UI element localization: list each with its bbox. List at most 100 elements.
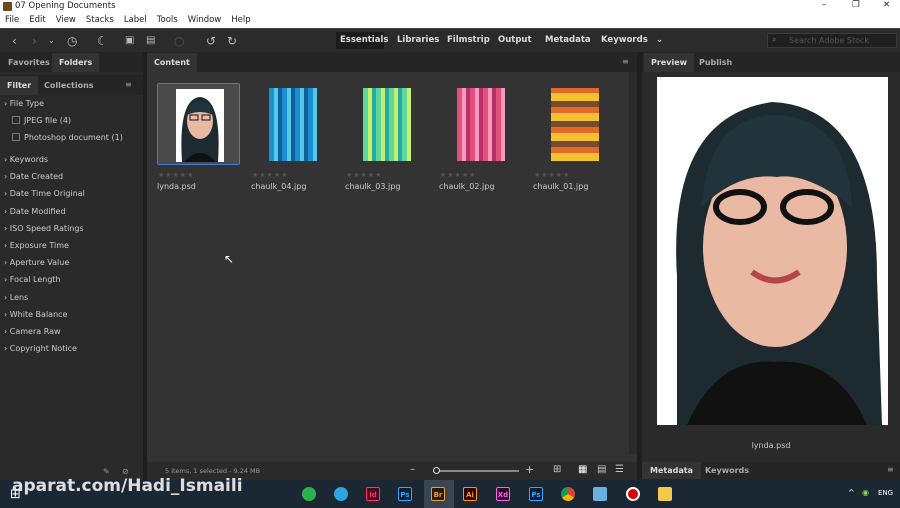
workspace-filmstrip[interactable]: Filmstrip	[447, 35, 490, 45]
tray-chevron-icon[interactable]: ^	[848, 488, 855, 497]
filter-category[interactable]: › Lens	[4, 293, 28, 302]
filter-category[interactable]: › Copyright Notice	[4, 344, 77, 353]
tab-collections[interactable]: Collections	[37, 76, 101, 95]
filter-category[interactable]: › Date Time Original	[4, 189, 85, 198]
photoshop-icon[interactable]: Ps	[398, 487, 412, 501]
search-input[interactable]: ⌕ Search Adobe Stock	[767, 33, 897, 48]
pin-icon[interactable]: ✎	[103, 467, 110, 476]
menu-help[interactable]: Help	[226, 14, 255, 28]
rating-stars[interactable]: ★★★★★	[158, 171, 194, 179]
tab-content[interactable]: Content	[147, 53, 197, 72]
forward-icon[interactable]: ›	[32, 34, 37, 48]
filter-category[interactable]: › Date Modified	[4, 207, 66, 216]
thumbnail-filename: chaulk_02.jpg	[439, 182, 495, 191]
whatsapp-icon[interactable]	[302, 487, 316, 501]
filter-psd[interactable]: Photoshop document (1)	[12, 133, 123, 142]
filter-jpeg[interactable]: JPEG file (4)	[12, 116, 71, 125]
chrome-icon[interactable]	[561, 487, 575, 501]
list-view-icon[interactable]: ☰	[615, 464, 624, 475]
chevron-down-icon[interactable]: ⌄	[48, 36, 55, 45]
tab-favorites[interactable]: Favorites	[1, 53, 57, 72]
menu-edit[interactable]: Edit	[24, 14, 50, 28]
status-text: 5 items, 1 selected - 9.24 MB	[165, 467, 261, 475]
filter-category[interactable]: › Aperture Value	[4, 258, 69, 267]
restore-button[interactable]: ❐	[852, 0, 860, 10]
checkbox[interactable]	[12, 133, 20, 141]
menu-view[interactable]: View	[51, 14, 81, 28]
back-icon[interactable]: ‹	[12, 34, 17, 48]
workspaces-chevron-icon[interactable]: ⌄	[656, 35, 663, 45]
minimize-button[interactable]: –	[822, 0, 826, 10]
telegram-icon[interactable]	[334, 487, 348, 501]
thumbnail-view-icon[interactable]: ▦	[578, 464, 587, 475]
bridge-icon[interactable]: Br	[431, 487, 445, 501]
filter-label: JPEG file (4)	[24, 116, 72, 125]
remote-desktop-icon[interactable]	[593, 487, 607, 501]
workspace-output[interactable]: Output	[498, 35, 532, 45]
menu-file[interactable]: File	[0, 14, 24, 28]
filter-category[interactable]: › White Balance	[4, 310, 67, 319]
checkbox[interactable]	[12, 116, 20, 124]
tab-folders[interactable]: Folders	[52, 53, 100, 72]
tab-preview[interactable]: Preview	[644, 53, 695, 72]
recorder-icon[interactable]	[626, 487, 640, 501]
xd-icon[interactable]: Xd	[496, 487, 510, 501]
workspace-essentials[interactable]: Essentials	[340, 35, 388, 45]
rating-stars[interactable]: ★★★★★	[252, 171, 288, 179]
panel-menu-icon[interactable]: ≡	[622, 57, 629, 66]
filter-category[interactable]: › Exposure Time	[4, 241, 69, 250]
rotate-left-icon[interactable]: ↺	[206, 34, 216, 48]
workspace-metadata[interactable]: Metadata	[545, 35, 591, 45]
sync-icon[interactable]: ○	[174, 34, 184, 48]
filter-category[interactable]: › Keywords	[4, 155, 48, 164]
thumbnail[interactable]	[533, 83, 616, 165]
tray-app-icon[interactable]: ◉	[862, 488, 869, 497]
filter-category[interactable]: › Focal Length	[4, 275, 61, 284]
clear-filter-icon[interactable]: ⊘	[122, 467, 129, 476]
tab-filter[interactable]: Filter	[0, 76, 39, 95]
thumbnail[interactable]	[345, 83, 428, 165]
thumbnail-filename: chaulk_04.jpg	[251, 182, 307, 191]
filter-category[interactable]: › Date Created	[4, 172, 63, 181]
panel-menu-icon[interactable]: ≡	[125, 80, 132, 89]
menu-stacks[interactable]: Stacks	[81, 14, 119, 28]
workspace-keywords[interactable]: Keywords	[601, 35, 648, 45]
menu-window[interactable]: Window	[183, 14, 227, 28]
scrollbar[interactable]	[629, 72, 637, 454]
thumbnail[interactable]	[439, 83, 522, 165]
slider-handle[interactable]	[433, 467, 440, 474]
details-view-icon[interactable]: ▤	[597, 464, 606, 475]
zoom-in-icon[interactable]: +	[525, 463, 534, 476]
illustrator-icon[interactable]: Ai	[463, 487, 477, 501]
rating-stars[interactable]: ★★★★★	[440, 171, 476, 179]
recent-icon[interactable]: ◷	[67, 34, 77, 48]
filter-category[interactable]: › ISO Speed Ratings	[4, 224, 84, 233]
rating-stars[interactable]: ★★★★★	[534, 171, 570, 179]
preview-image[interactable]	[657, 77, 888, 425]
workspace-libraries[interactable]: Libraries	[397, 35, 439, 45]
camera-icon[interactable]: ▣	[125, 35, 134, 46]
grid-lock-icon[interactable]: ⊞	[553, 464, 561, 475]
refine-icon[interactable]: ▤	[146, 35, 155, 46]
panel-menu-icon[interactable]: ≡	[887, 465, 894, 474]
filter-file-type[interactable]: › File Type	[4, 99, 44, 108]
tab-keywords[interactable]: Keywords	[698, 462, 756, 479]
app-icon	[3, 2, 12, 11]
photoshop-icon-2[interactable]: Ps	[529, 487, 543, 501]
language-indicator[interactable]: ENG	[878, 489, 893, 497]
menu-label[interactable]: Label	[119, 14, 152, 28]
tab-publish[interactable]: Publish	[692, 53, 739, 72]
menu-tools[interactable]: Tools	[152, 14, 183, 28]
close-button[interactable]: ✕	[883, 0, 890, 10]
thumbnail[interactable]	[251, 83, 334, 165]
rotate-right-icon[interactable]: ↻	[227, 34, 237, 48]
boomerang-icon[interactable]: ☾	[97, 34, 108, 48]
indesign-icon[interactable]: Id	[366, 487, 380, 501]
zoom-out-icon[interactable]: –	[410, 464, 415, 475]
file-explorer-icon[interactable]	[658, 487, 672, 501]
thumbnail-size-slider[interactable]	[433, 470, 519, 472]
rating-stars[interactable]: ★★★★★	[346, 171, 382, 179]
thumbnail[interactable]	[157, 83, 240, 165]
tab-metadata[interactable]: Metadata	[642, 462, 701, 479]
filter-category[interactable]: › Camera Raw	[4, 327, 61, 336]
